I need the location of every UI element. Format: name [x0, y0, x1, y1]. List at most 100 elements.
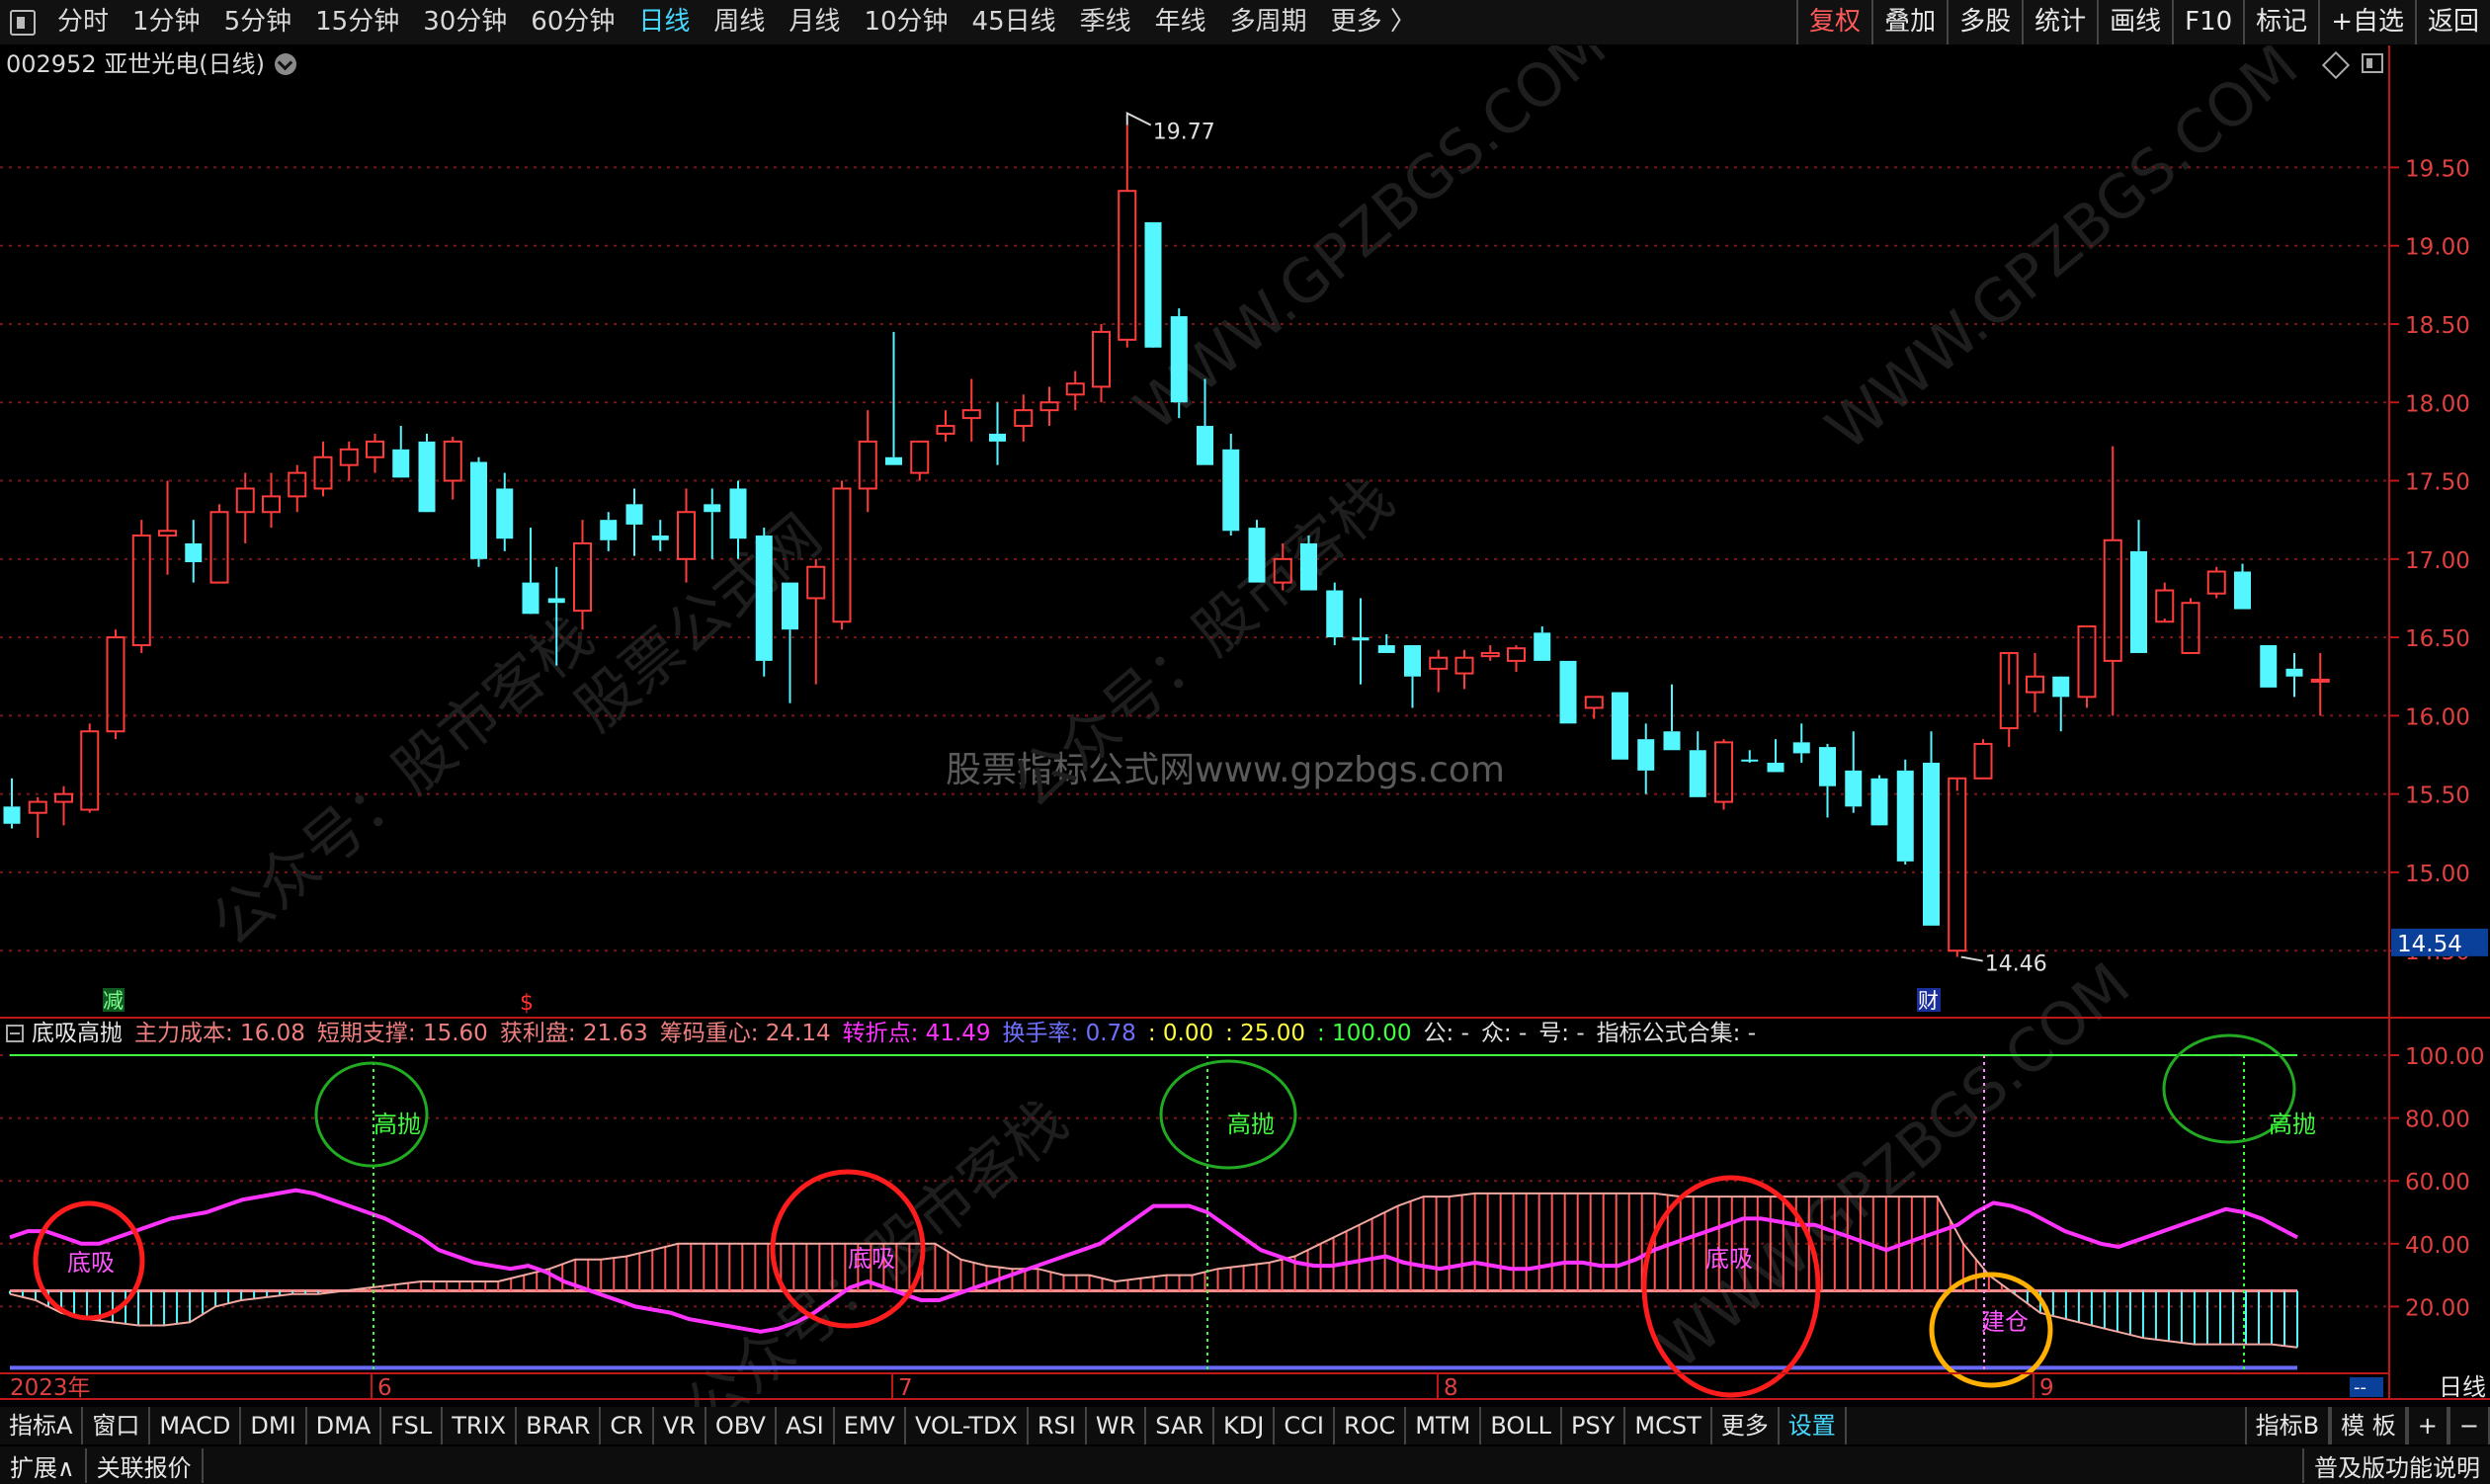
- period-tab-0[interactable]: 分时: [45, 0, 121, 44]
- candle[interactable]: [1896, 759, 1914, 866]
- menu-toggle-icon[interactable]: [10, 9, 36, 36]
- period-tab-10[interactable]: 45日线: [960, 0, 1068, 44]
- indicator-tab-10[interactable]: OBV: [706, 1407, 777, 1444]
- bottom-right-button-0[interactable]: 指标B: [2244, 1407, 2331, 1444]
- candle[interactable]: [1689, 731, 1706, 797]
- candle[interactable]: [936, 410, 955, 442]
- candle[interactable]: [2130, 520, 2147, 653]
- candle[interactable]: [158, 480, 177, 575]
- candle[interactable]: [313, 441, 333, 497]
- candle[interactable]: [339, 441, 359, 481]
- indicator-tab-9[interactable]: VR: [654, 1407, 706, 1444]
- candle[interactable]: [522, 528, 540, 615]
- indicator-tab-12[interactable]: EMV: [835, 1407, 906, 1444]
- period-tab-4[interactable]: 30分钟: [411, 0, 519, 44]
- candle[interactable]: [185, 520, 203, 583]
- candle[interactable]: [1612, 692, 1628, 760]
- candle[interactable]: [2052, 676, 2070, 732]
- candle[interactable]: [1948, 777, 1967, 957]
- indicator-tab-17[interactable]: KDJ: [1214, 1407, 1276, 1444]
- candle[interactable]: [2181, 598, 2200, 654]
- candle[interactable]: [28, 796, 47, 839]
- candle[interactable]: [2260, 645, 2278, 688]
- indicator-tab-2[interactable]: MACD: [150, 1407, 242, 1444]
- indicator-tab-13[interactable]: VOL-TDX: [906, 1407, 1029, 1444]
- candle[interactable]: [858, 410, 877, 513]
- toolbar-action-4[interactable]: 画线: [2097, 0, 2172, 44]
- candle[interactable]: [131, 520, 151, 653]
- candle[interactable]: [418, 433, 436, 513]
- candle[interactable]: [1092, 323, 1111, 403]
- candle[interactable]: [910, 440, 930, 481]
- indicator-tab-16[interactable]: SAR: [1146, 1407, 1215, 1444]
- candle[interactable]: [1507, 645, 1526, 672]
- candle[interactable]: [806, 558, 826, 685]
- candle[interactable]: [1248, 520, 1266, 583]
- candle[interactable]: [1870, 775, 1888, 826]
- indicator-tab-6[interactable]: TRIX: [443, 1407, 518, 1444]
- candle[interactable]: [573, 520, 592, 630]
- candle[interactable]: [1039, 386, 1059, 427]
- period-tab-3[interactable]: 15分钟: [303, 0, 411, 44]
- collapse-icon[interactable]: [6, 1025, 24, 1042]
- candle[interactable]: [1480, 645, 1500, 661]
- candle[interactable]: [80, 723, 100, 813]
- candle[interactable]: [1352, 598, 1370, 685]
- candle[interactable]: [2026, 652, 2044, 713]
- candle[interactable]: [2285, 652, 2303, 698]
- indicator-tab-11[interactable]: ASI: [777, 1407, 835, 1444]
- candle[interactable]: [1767, 739, 1784, 773]
- candle[interactable]: [2103, 446, 2122, 716]
- candle[interactable]: [651, 520, 669, 551]
- candle[interactable]: [1584, 696, 1604, 719]
- candle[interactable]: [677, 488, 696, 583]
- candle[interactable]: [782, 582, 798, 703]
- candle[interactable]: [1534, 626, 1551, 661]
- candle[interactable]: [2155, 582, 2175, 623]
- candle[interactable]: [3, 778, 21, 829]
- indicator-tab-15[interactable]: WR: [1087, 1407, 1147, 1444]
- candle[interactable]: [1404, 645, 1421, 708]
- candle[interactable]: [704, 488, 721, 559]
- candle[interactable]: [1559, 660, 1577, 724]
- candle[interactable]: [2234, 563, 2251, 610]
- period-tab-13[interactable]: 多周期: [1218, 0, 1319, 44]
- indicator-tab-8[interactable]: CR: [601, 1407, 654, 1444]
- candle[interactable]: [2310, 652, 2330, 716]
- bottom-right-button-2[interactable]: +: [2406, 1407, 2448, 1444]
- indicator-tab-1[interactable]: 窗口: [83, 1407, 151, 1444]
- candle[interactable]: [961, 378, 981, 442]
- candle[interactable]: [106, 629, 125, 740]
- candle[interactable]: [209, 504, 229, 584]
- period-tab-2[interactable]: 5分钟: [212, 0, 304, 44]
- period-tab-12[interactable]: 年线: [1143, 0, 1218, 44]
- candle[interactable]: [755, 528, 773, 677]
- indicator-tab-24[interactable]: 更多: [1712, 1407, 1780, 1444]
- candle[interactable]: [1792, 723, 1810, 763]
- chart-canvas[interactable]: 股票指标公式网www.gpzbgs.com公众号：股市客栈 公众号：股市客栈WWW…: [0, 45, 2490, 1437]
- expand-button[interactable]: 扩展∧: [0, 1447, 87, 1483]
- linked-quote-button[interactable]: 关联报价: [87, 1447, 204, 1483]
- candle[interactable]: [443, 437, 462, 500]
- candle[interactable]: [885, 331, 902, 465]
- toolbar-action-8[interactable]: 返回: [2414, 0, 2490, 44]
- candle[interactable]: [1999, 651, 2019, 748]
- candle[interactable]: [54, 785, 73, 826]
- period-tab-6[interactable]: 日线: [626, 0, 702, 44]
- indicator-tab-21[interactable]: BOLL: [1481, 1407, 1563, 1444]
- toolbar-action-6[interactable]: 标记: [2243, 0, 2318, 44]
- candle[interactable]: [1637, 723, 1655, 794]
- indicator-tab-0[interactable]: 指标A: [0, 1407, 84, 1444]
- indicator-tab-18[interactable]: CCI: [1275, 1407, 1335, 1444]
- candle[interactable]: [1326, 582, 1344, 646]
- candle[interactable]: [1819, 743, 1836, 818]
- bottom-right-button-3[interactable]: −: [2448, 1407, 2490, 1444]
- candle[interactable]: [1118, 124, 1137, 348]
- candle[interactable]: [1144, 221, 1162, 348]
- toolbar-action-5[interactable]: F10: [2172, 0, 2243, 44]
- indicator-tab-25[interactable]: 设置: [1780, 1407, 1847, 1444]
- candle[interactable]: [1222, 433, 1240, 536]
- period-tab-9[interactable]: 10分钟: [852, 0, 959, 44]
- candle[interactable]: [600, 512, 618, 551]
- candle[interactable]: [625, 488, 643, 556]
